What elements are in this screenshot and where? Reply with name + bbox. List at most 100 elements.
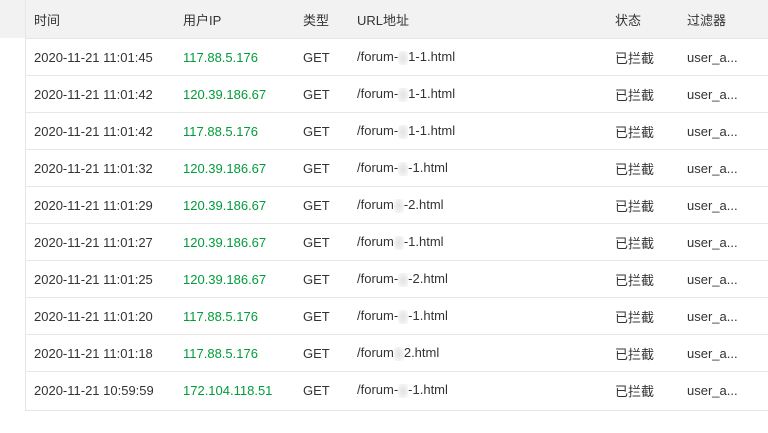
column-header-time[interactable]: 时间	[26, 0, 175, 39]
column-header-status[interactable]: 状态	[607, 0, 679, 39]
cell-filter[interactable]: user_a...	[679, 372, 768, 409]
cell-method: GET	[295, 112, 349, 150]
column-header-type[interactable]: 类型	[295, 0, 349, 39]
cell-time: 2020-11-21 11:01:20	[26, 297, 175, 335]
table-row[interactable]: 2020-11-21 11:01:42 120.39.186.67 GET/foru…	[26, 75, 768, 113]
cell-url: /forum- -1.html	[349, 297, 607, 335]
cell-time: 2020-11-21 11:01:45	[26, 38, 175, 76]
cell-ip[interactable]: 117.88.5.176	[175, 334, 295, 372]
cell-url: /forum- 1-1.html	[349, 75, 607, 113]
table-row[interactable]: 2020-11-21 11:01:27 120.39.186.67 GET/foru…	[26, 223, 768, 261]
url-prefix: /forum-	[357, 382, 399, 398]
url-suffix: -1.html	[403, 234, 444, 250]
cell-status: 已拦截	[607, 297, 679, 335]
cell-filter[interactable]: user_a...	[679, 186, 768, 224]
cell-method: GET	[295, 260, 349, 298]
cell-time: 2020-11-21 10:59:59	[34, 382, 154, 398]
cell-time: 2020-11-21 11:01:29	[26, 186, 175, 224]
table-row[interactable]: 2020-11-21 11:01:29 120.39.186.67 GET/foru…	[26, 186, 768, 224]
url-suffix: 1-1.html	[408, 86, 456, 102]
cell-time: 2020-11-21 11:01:32	[26, 149, 175, 187]
redaction-blur	[398, 309, 409, 324]
cell-time: 2020-11-21 11:01:27	[26, 223, 175, 261]
cell-ip[interactable]: 117.88.5.176	[175, 297, 295, 335]
cell-status: 已拦截	[607, 186, 679, 224]
redaction-blur	[393, 198, 404, 213]
left-gutter	[0, 0, 25, 433]
table-row[interactable]: 2020-11-21 11:01:25 120.39.186.67 GET/foru…	[26, 260, 768, 298]
table-row[interactable]: 2020-11-21 11:01:20 117.88.5.176 GET/forum…	[26, 297, 768, 335]
cell-filter[interactable]: user_a...	[679, 149, 768, 187]
column-header-ip[interactable]: 用户IP	[175, 0, 295, 39]
table-row[interactable]: 2020-11-21 11:01:42 117.88.5.176 GET/forum…	[26, 112, 768, 150]
url-prefix: /forum-	[357, 49, 399, 65]
cell-ip[interactable]: 117.88.5.176	[175, 112, 295, 150]
cell-time: 2020-11-21 11:01:42	[26, 75, 175, 113]
table-row[interactable]: 2020-11-21 11:01:18 117.88.5.176 GET/forum…	[26, 334, 768, 372]
intercept-log-table: 时间 用户IP 类型 URL地址 状态 过滤器 2020-11-21 11:01…	[26, 0, 768, 408]
cell-status: 已拦截	[615, 383, 655, 399]
cell-filter[interactable]: user_a...	[679, 112, 768, 150]
cell-time: 2020-11-21 11:01:25	[26, 260, 175, 298]
cell-url: /forum 2.html	[349, 334, 607, 372]
cell-status: 已拦截	[607, 75, 679, 113]
redaction-blur	[398, 124, 409, 139]
url-suffix: -1.html	[408, 308, 448, 324]
cell-ip[interactable]: 120.39.186.67	[175, 75, 295, 113]
cell-filter[interactable]: user_a...	[679, 260, 768, 298]
cell-ip[interactable]: 172.104.118.51	[175, 372, 295, 409]
cell-url: /forum- -2.html	[349, 260, 607, 298]
url-prefix: /forum	[357, 197, 394, 213]
column-header-url[interactable]: URL地址	[349, 0, 607, 39]
cell-ip[interactable]: 120.39.186.67	[175, 186, 295, 224]
url-suffix: -2.html	[408, 271, 448, 287]
cell-filter[interactable]: user_a...	[679, 38, 768, 76]
url-prefix: /forum	[357, 234, 394, 250]
table-row[interactable]: 2020-11-21 11:01:32 120.39.186.67 GET/foru…	[26, 149, 768, 187]
redaction-blur	[398, 383, 409, 398]
cell-filter[interactable]: user_a...	[679, 297, 768, 335]
cell-status: 已拦截	[607, 38, 679, 76]
redaction-blur	[398, 272, 409, 287]
column-header-filter[interactable]: 过滤器	[679, 0, 768, 39]
redaction-blur	[398, 87, 409, 102]
url-prefix: /forum	[357, 345, 394, 361]
cell-ip[interactable]: 120.39.186.67	[175, 260, 295, 298]
bottom-strip	[0, 410, 768, 433]
cell-method: GET	[295, 38, 349, 76]
url-suffix: -2.html	[403, 197, 444, 213]
cell-url: /forum- -1.html	[349, 372, 607, 409]
redaction-blur	[393, 346, 404, 361]
cell-method: GET	[295, 149, 349, 187]
url-prefix: /forum-	[357, 271, 399, 287]
cell-filter[interactable]: user_a...	[679, 334, 768, 372]
cell-method: GET	[295, 75, 349, 113]
cell-method: GET	[295, 334, 349, 372]
cell-method: GET	[295, 186, 349, 224]
log-page: 时间 用户IP 类型 URL地址 状态 过滤器 2020-11-21 11:01…	[0, 0, 768, 433]
cell-status: 已拦截	[607, 260, 679, 298]
url-prefix: /forum-	[357, 86, 399, 102]
cell-url: /forum- 1-1.html	[349, 38, 607, 76]
url-prefix: /forum-	[357, 308, 399, 324]
table-row[interactable]: 2020-11-21 10:59:59 172.104.118.51 GET/for…	[26, 372, 768, 409]
cell-ip[interactable]: 117.88.5.176	[175, 38, 295, 76]
url-prefix: /forum-	[357, 160, 399, 176]
cell-url: /forum -2.html	[349, 186, 607, 224]
cell-method: GET	[303, 382, 330, 398]
cell-url: /forum -1.html	[349, 223, 607, 261]
url-suffix: 2.html	[403, 345, 440, 361]
redaction-blur	[393, 235, 404, 250]
cell-filter[interactable]: user_a...	[679, 75, 768, 113]
cell-status: 已拦截	[607, 149, 679, 187]
table-header-row: 时间 用户IP 类型 URL地址 状态 过滤器	[26, 0, 768, 39]
cell-method: GET	[295, 297, 349, 335]
url-suffix: -1.html	[408, 160, 448, 176]
cell-url: /forum- 1-1.html	[349, 112, 607, 150]
cell-filter[interactable]: user_a...	[679, 223, 768, 261]
cell-ip[interactable]: 120.39.186.67	[175, 223, 295, 261]
cell-status: 已拦截	[607, 334, 679, 372]
cell-status: 已拦截	[607, 112, 679, 150]
cell-ip[interactable]: 120.39.186.67	[175, 149, 295, 187]
table-row[interactable]: 2020-11-21 11:01:45 117.88.5.176 GET/forum…	[26, 38, 768, 76]
